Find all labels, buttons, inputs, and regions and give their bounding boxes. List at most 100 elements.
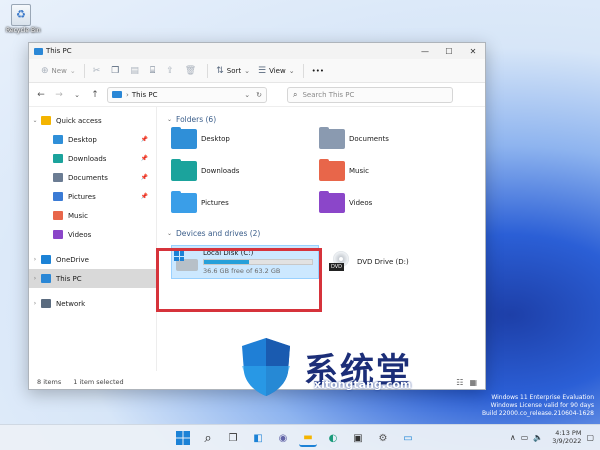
sidebar-item[interactable]: Videos xyxy=(29,225,156,244)
more-options-button[interactable]: ••• xyxy=(308,62,328,80)
sidebar-item[interactable]: › Network xyxy=(29,294,156,313)
sidebar-item[interactable]: Music xyxy=(29,206,156,225)
sidebar-item[interactable]: › This PC xyxy=(29,269,156,288)
folder-label: Videos xyxy=(349,199,373,207)
sidebar-item[interactable]: › OneDrive xyxy=(29,250,156,269)
breadcrumb-separator-icon: › xyxy=(126,90,129,99)
tiles-view-button[interactable]: ▦ xyxy=(469,378,477,387)
task-view-button[interactable]: ❐ xyxy=(224,429,242,447)
sidebar-item-icon xyxy=(53,154,63,163)
sidebar-item[interactable]: Documents 📌 xyxy=(29,168,156,187)
sidebar-item-label: Videos xyxy=(68,230,92,239)
volume-icon[interactable]: 🔈 xyxy=(533,433,543,442)
this-pc-icon xyxy=(34,47,43,55)
expand-arrow-icon[interactable]: › xyxy=(29,256,41,263)
folder-label: Desktop xyxy=(201,135,230,143)
pin-icon: 📌 xyxy=(140,136,148,143)
sidebar-item-icon xyxy=(41,116,51,125)
folders-header-label: Folders (6) xyxy=(176,114,217,124)
folder-item[interactable]: Documents xyxy=(319,127,467,151)
chevron-down-icon: ⌄ xyxy=(288,66,295,75)
settings-button[interactable]: ⚙ xyxy=(374,429,392,447)
network-icon[interactable]: ▭ xyxy=(521,433,529,442)
chat-button[interactable]: ◉ xyxy=(274,429,292,447)
sidebar-item[interactable]: Pictures 📌 xyxy=(29,187,156,206)
drive-local-disk-c[interactable]: Local Disk (C:) 36.6 GB free of 63.2 GB xyxy=(171,245,319,279)
share-button[interactable]: ⇪ xyxy=(162,62,181,80)
forward-button[interactable]: → xyxy=(53,90,65,100)
folder-item[interactable]: Music xyxy=(319,159,467,183)
sidebar-item-icon xyxy=(53,230,63,239)
details-view-button[interactable]: ☷ xyxy=(456,378,463,387)
divider xyxy=(302,63,304,78)
sidebar-item[interactable]: Desktop 📌 xyxy=(29,130,156,149)
file-explorer-taskbar-button[interactable]: ▬ xyxy=(299,429,317,447)
remote-desktop-button[interactable]: ▭ xyxy=(399,429,417,447)
folders-group-header[interactable]: ⌄ Folders (6) xyxy=(167,111,475,127)
recycle-bin-label: Recycle Bin xyxy=(6,27,41,34)
recent-locations-button[interactable]: ⌄ xyxy=(71,91,83,99)
share-icon: ⇪ xyxy=(166,65,174,76)
sidebar-item[interactable]: ⌄ Quick access xyxy=(29,111,156,130)
clock[interactable]: 4:13 PM 3/9/2022 xyxy=(552,429,581,445)
sidebar-item-label: Downloads xyxy=(68,154,107,163)
expand-arrow-icon[interactable]: › xyxy=(29,275,41,282)
delete-button[interactable]: 🗑 xyxy=(181,62,203,80)
up-button[interactable]: ↑ xyxy=(89,90,101,100)
sidebar-item[interactable]: Downloads 📌 xyxy=(29,149,156,168)
folder-item[interactable]: Downloads xyxy=(171,159,319,183)
sidebar-item-label: Desktop xyxy=(68,135,97,144)
recycle-bin-desktop-icon[interactable]: ♻ Recycle Bin xyxy=(6,4,41,34)
folder-item[interactable]: Pictures xyxy=(171,191,319,215)
edge-button[interactable]: ◐ xyxy=(324,429,342,447)
cut-button[interactable]: ✂ xyxy=(89,62,108,80)
maximize-button[interactable]: ☐ xyxy=(437,47,461,56)
address-bar[interactable]: › This PC ⌄ ↻ xyxy=(107,86,267,103)
scissors-icon: ✂ xyxy=(92,65,101,76)
minimize-button[interactable]: — xyxy=(413,47,437,56)
copy-button[interactable]: ❐ xyxy=(107,62,126,80)
rename-button[interactable]: ⌸ xyxy=(146,62,162,80)
close-button[interactable]: ✕ xyxy=(461,47,485,56)
expand-arrow-icon[interactable]: ⌄ xyxy=(29,117,41,124)
back-button[interactable]: ← xyxy=(35,90,47,100)
sidebar-item-icon xyxy=(53,173,63,182)
breadcrumb: This PC xyxy=(131,90,158,99)
folders-grid: Desktop Documents Downloads Music Pictures Vi… xyxy=(167,127,475,215)
rename-icon: ⌸ xyxy=(149,65,156,76)
selection-count: 1 item selected xyxy=(73,378,124,386)
sort-button[interactable]: ⇅ Sort ⌄ xyxy=(212,62,254,80)
devices-group-header[interactable]: ⌄ Devices and drives (2) xyxy=(167,225,475,241)
notification-icon[interactable]: ▢ xyxy=(586,433,594,442)
widgets-button[interactable]: ◧ xyxy=(249,429,267,447)
folder-icon xyxy=(171,127,197,149)
trash-icon: 🗑 xyxy=(184,65,197,76)
sidebar-item-label: Music xyxy=(68,211,88,220)
title-bar[interactable]: This PC — ☐ ✕ xyxy=(29,43,485,59)
search-input[interactable]: ⌕ Search This PC xyxy=(287,86,453,103)
system-tray: ∧ ▭ 🔈 4:13 PM 3/9/2022 ▢ xyxy=(510,429,594,445)
new-button[interactable]: ⊕ New ⌄ xyxy=(37,62,80,80)
start-button[interactable] xyxy=(174,429,192,447)
window-title: This PC xyxy=(46,47,72,55)
edge-icon: ◐ xyxy=(328,432,338,444)
search-placeholder: Search This PC xyxy=(302,90,355,99)
drive-free-space: 36.6 GB free of 63.2 GB xyxy=(203,267,281,275)
tray-expand-icon[interactable]: ∧ xyxy=(510,433,516,442)
search-taskbar-button[interactable]: ⌕ xyxy=(199,429,217,447)
folder-icon xyxy=(171,159,197,181)
store-button[interactable]: ▣ xyxy=(349,429,367,447)
paste-button[interactable]: ▤ xyxy=(126,62,146,80)
folder-label: Pictures xyxy=(201,199,229,207)
address-dropdown-icon[interactable]: ⌄ xyxy=(244,91,250,99)
drive-dvd-d[interactable]: DVD DVD Drive (D:) xyxy=(327,245,475,279)
folder-label: Downloads xyxy=(201,167,240,175)
expand-arrow-icon[interactable]: › xyxy=(29,300,41,307)
view-button[interactable]: ☰ View ⌄ xyxy=(254,62,299,80)
folder-icon xyxy=(319,191,345,213)
refresh-button[interactable]: ↻ xyxy=(256,91,262,99)
store-icon: ▣ xyxy=(353,432,363,444)
chevron-down-icon: ⌄ xyxy=(244,66,251,75)
folder-item[interactable]: Videos xyxy=(319,191,467,215)
folder-item[interactable]: Desktop xyxy=(171,127,319,151)
